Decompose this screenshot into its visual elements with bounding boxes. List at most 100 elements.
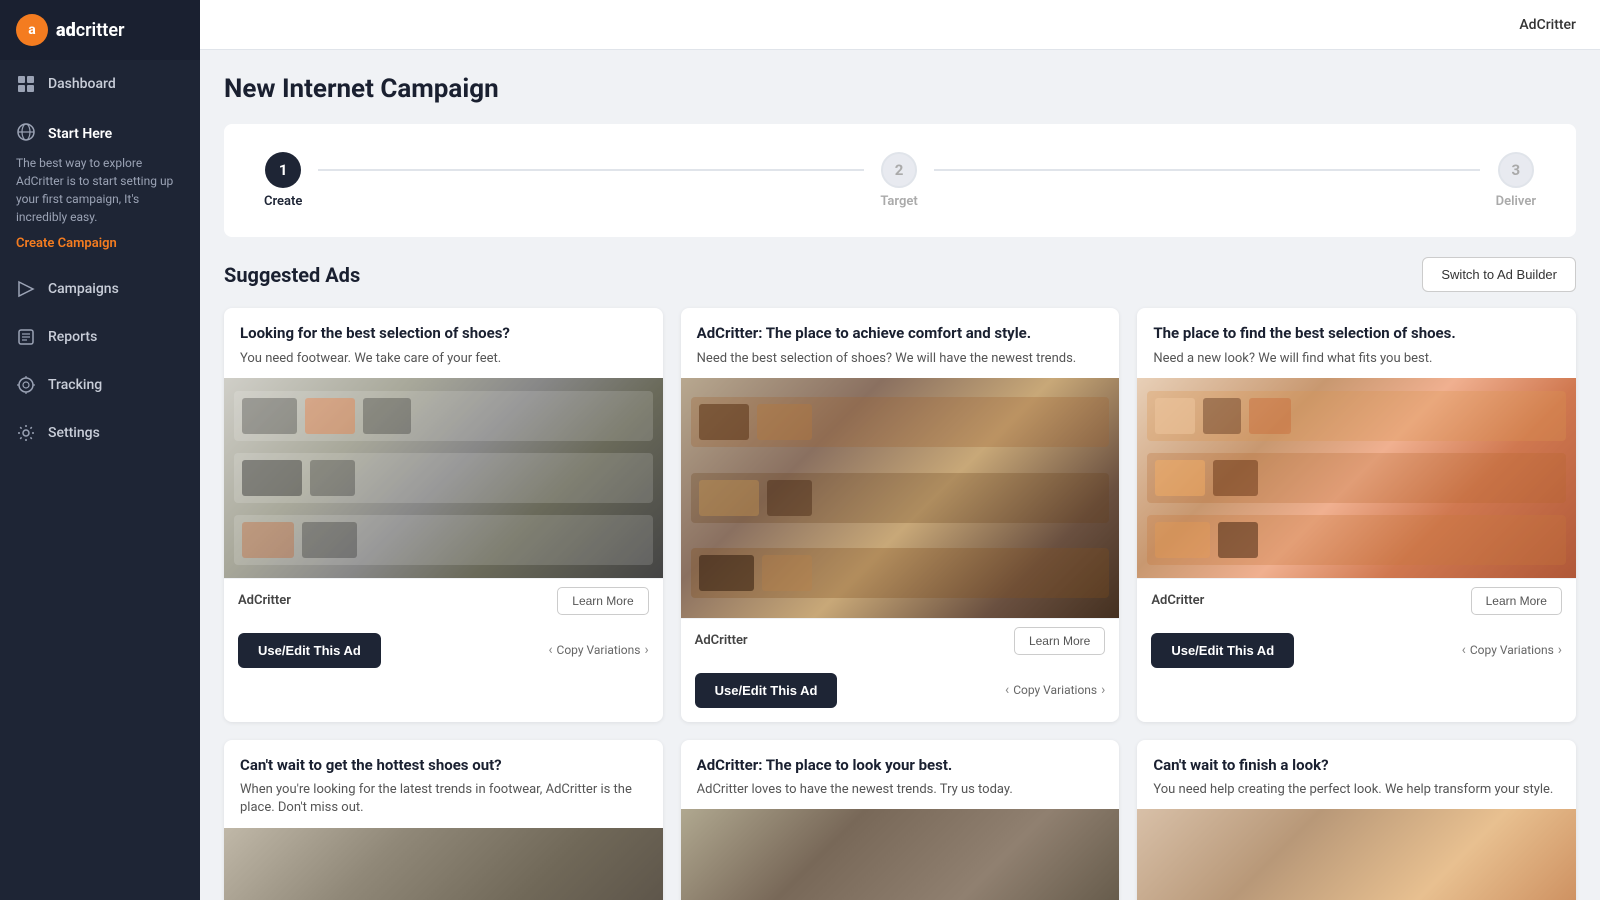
shoe-block: [242, 460, 302, 496]
logo-text: adcritter: [56, 20, 124, 41]
step-deliver: 3 Deliver: [1496, 152, 1536, 209]
shelf-row: [234, 391, 653, 441]
ads-grid: Looking for the best selection of shoes?…: [224, 308, 1576, 900]
ad-card-2-body: AdCritter: The place to achieve comfort …: [681, 308, 1120, 378]
ad-card-4-body: Can't wait to get the hottest shoes out?…: [224, 740, 663, 828]
settings-icon: [16, 423, 36, 443]
step-3-circle: 3: [1498, 152, 1534, 188]
sidebar-dashboard-label: Dashboard: [48, 76, 116, 92]
shoe-block: [242, 522, 294, 558]
shoe-block: [1155, 460, 1205, 496]
ad-card-2-learn-more-button[interactable]: Learn More: [1014, 627, 1105, 655]
shoe-block: [757, 404, 812, 440]
ad-card-5: AdCritter: The place to look your best. …: [681, 740, 1120, 900]
sidebar-settings-label: Settings: [48, 425, 100, 441]
shelf-row: [1147, 391, 1566, 441]
ad-card-4-desc: When you're looking for the latest trend…: [240, 781, 647, 817]
create-campaign-link[interactable]: Create Campaign: [16, 236, 184, 265]
chevron-left-icon: ‹: [548, 642, 552, 658]
shoe-shelf-1: [224, 378, 663, 578]
ad-card-3-body: The place to find the best selection of …: [1137, 308, 1576, 378]
ad-card-2-copy-variations[interactable]: ‹ Copy Variations ›: [1005, 682, 1105, 698]
ad-card-3-title: The place to find the best selection of …: [1153, 324, 1560, 344]
start-here-description: The best way to explore AdCritter is to …: [16, 154, 184, 236]
chevron-right-icon: ›: [1558, 642, 1562, 658]
ad-card-2-brand: AdCritter: [695, 633, 748, 648]
shoe-block: [1155, 398, 1195, 434]
ad-card-1-use-edit-button[interactable]: Use/Edit This Ad: [238, 633, 381, 668]
ad-card-3-actions: Use/Edit This Ad ‹ Copy Variations ›: [1137, 623, 1576, 682]
step-3-label: Deliver: [1496, 194, 1536, 209]
sidebar-item-settings[interactable]: Settings: [0, 409, 200, 457]
ad-card-2-image: [681, 378, 1120, 618]
ad-card-5-image: [681, 809, 1120, 900]
ad-card-2-title: AdCritter: The place to achieve comfort …: [697, 324, 1104, 344]
step-line-1: [318, 169, 864, 171]
step-line-2: [934, 169, 1480, 171]
shelf-row: [1147, 453, 1566, 503]
sidebar-item-reports[interactable]: Reports: [0, 313, 200, 361]
ad-card-1-copy-variations[interactable]: ‹ Copy Variations ›: [548, 642, 648, 658]
ad-card-3-copy-variations[interactable]: ‹ Copy Variations ›: [1462, 642, 1562, 658]
ad-card-5-body: AdCritter: The place to look your best. …: [681, 740, 1120, 810]
ad-card-1-footer: AdCritter Learn More: [224, 578, 663, 623]
stepper-container: 1 Create 2 Target 3 Deliver: [224, 124, 1576, 237]
shoe-block: [310, 460, 355, 496]
ad-card-6-body: Can't wait to finish a look? You need he…: [1137, 740, 1576, 810]
ad-card-6-image: [1137, 809, 1576, 900]
ad-card-3-use-edit-button[interactable]: Use/Edit This Ad: [1151, 633, 1294, 668]
ad-card-6-title: Can't wait to finish a look?: [1153, 756, 1560, 776]
shoe-block: [1218, 522, 1258, 558]
switch-to-ad-builder-button[interactable]: Switch to Ad Builder: [1422, 257, 1576, 292]
ad-card-3-learn-more-button[interactable]: Learn More: [1471, 587, 1562, 615]
shoe-block: [699, 555, 754, 591]
main-content: AdCritter New Internet Campaign 1 Create…: [200, 0, 1600, 900]
sidebar-item-dashboard[interactable]: Dashboard: [0, 60, 200, 108]
logo-icon: a: [16, 14, 48, 46]
sidebar-item-campaigns[interactable]: Campaigns: [0, 265, 200, 313]
shoe-block: [242, 398, 297, 434]
shoe-block: [1213, 460, 1258, 496]
shoe-block: [1155, 522, 1210, 558]
reports-icon: [16, 327, 36, 347]
shoe-block: [699, 404, 749, 440]
step-1-circle: 1: [265, 152, 301, 188]
step-target: 2 Target: [880, 152, 917, 209]
campaigns-icon: [16, 279, 36, 299]
ad-card-2-use-edit-button[interactable]: Use/Edit This Ad: [695, 673, 838, 708]
tracking-icon: [16, 375, 36, 395]
shoe-shelf-2: [681, 378, 1120, 618]
shoe-shelf-3: [1137, 378, 1576, 578]
shoe-block: [305, 398, 355, 434]
sidebar-tracking-label: Tracking: [48, 377, 102, 393]
dashboard-icon: [16, 74, 36, 94]
shelf-row: [691, 397, 1110, 447]
shelf-row: [234, 515, 653, 565]
ad-card-6: Can't wait to finish a look? You need he…: [1137, 740, 1576, 900]
sidebar-item-tracking[interactable]: Tracking: [0, 361, 200, 409]
page-title: New Internet Campaign: [224, 74, 1576, 104]
ad-card-5-desc: AdCritter loves to have the newest trend…: [697, 781, 1104, 799]
ad-card-1-learn-more-button[interactable]: Learn More: [557, 587, 648, 615]
stepper: 1 Create 2 Target 3 Deliver: [264, 152, 1536, 209]
shoe-block: [1249, 398, 1291, 434]
sidebar: a adcritter Dashboard Start Here: [0, 0, 200, 900]
shoe-block: [302, 522, 357, 558]
chevron-right-icon: ›: [1101, 682, 1105, 698]
shelf-row: [1147, 515, 1566, 565]
globe-icon: [16, 122, 36, 146]
step-2-label: Target: [880, 194, 917, 209]
ad-card-2-actions: Use/Edit This Ad ‹ Copy Variations ›: [681, 663, 1120, 722]
start-here-label: Start Here: [48, 126, 112, 142]
sidebar-item-start-here[interactable]: Start Here: [16, 122, 184, 154]
shoe-block: [699, 480, 759, 516]
chevron-left-icon: ‹: [1462, 642, 1466, 658]
suggested-ads-title: Suggested Ads: [224, 263, 360, 287]
ad-card-1-desc: You need footwear. We take care of your …: [240, 350, 647, 368]
ad-card-5-title: AdCritter: The place to look your best.: [697, 756, 1104, 776]
ad-card-6-desc: You need help creating the perfect look.…: [1153, 781, 1560, 799]
ad-card-3-image: [1137, 378, 1576, 578]
ad-card-1-actions: Use/Edit This Ad ‹ Copy Variations ›: [224, 623, 663, 682]
ad-card-1-title: Looking for the best selection of shoes?: [240, 324, 647, 344]
ad-card-2-desc: Need the best selection of shoes? We wil…: [697, 350, 1104, 368]
